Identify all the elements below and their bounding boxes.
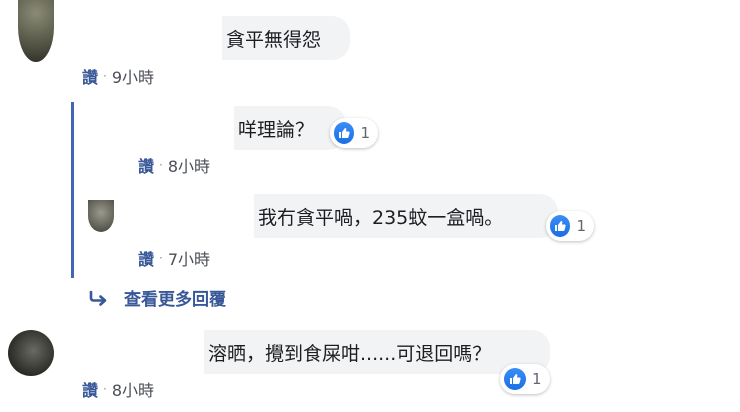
avatar[interactable] [18,0,54,62]
reply-bubble: 我冇貪平喎，235蚊一盒喎。 [134,194,558,238]
reply-thread-line [71,102,74,278]
thumbs-up-icon [504,368,526,390]
avatar[interactable] [8,330,54,376]
like-link[interactable]: 讚 [82,377,98,401]
redacted-name [134,194,254,238]
reaction-count: 1 [360,124,370,142]
like-link[interactable]: 讚 [138,153,154,177]
view-more-replies-link[interactable]: 查看更多回覆 [88,285,226,310]
like-link[interactable]: 讚 [138,246,154,270]
separator: · [159,251,163,265]
comment-text: 我冇貪平喎，235蚊一盒喎。 [258,206,504,229]
comment-meta: 讚 · 8小時 [138,153,210,177]
thumbs-up-icon [334,122,355,144]
comment-meta: 讚 · 8小時 [82,377,154,401]
redacted-name [80,330,204,374]
separator: · [103,382,107,396]
comment-bubble: 貪平無得怨 [80,16,350,60]
comment-text: 咩理論？ [238,118,315,141]
view-more-label: 查看更多回覆 [124,290,226,310]
avatar[interactable] [88,200,114,232]
reaction-badge[interactable]: 1 [500,364,550,394]
timestamp[interactable]: 8小時 [112,377,154,401]
reaction-count: 1 [576,217,586,235]
like-link[interactable]: 讚 [82,64,98,88]
thumbs-up-icon [550,215,571,237]
comment-text: 溶晒，攪到食屎咁......可退回嗎？ [208,342,492,365]
separator: · [103,69,107,83]
redacted-name [134,106,234,150]
reply-bubble: 咩理論？ [134,106,346,150]
comment-meta: 讚 · 7小時 [138,246,210,270]
reaction-badge[interactable]: 1 [330,118,378,148]
separator: · [159,158,163,172]
timestamp[interactable]: 9小時 [112,64,154,88]
timestamp[interactable]: 7小時 [168,246,210,270]
reply-arrow-icon [89,290,107,306]
comment-meta: 讚 · 9小時 [82,64,154,88]
reaction-count: 1 [532,370,542,388]
comment-text: 貪平無得怨 [226,28,322,51]
reaction-badge[interactable]: 1 [546,211,594,241]
timestamp[interactable]: 8小時 [168,153,210,177]
redacted-name [80,16,222,60]
comment-bubble: 溶晒，攪到食屎咁......可退回嗎？ [80,330,550,374]
